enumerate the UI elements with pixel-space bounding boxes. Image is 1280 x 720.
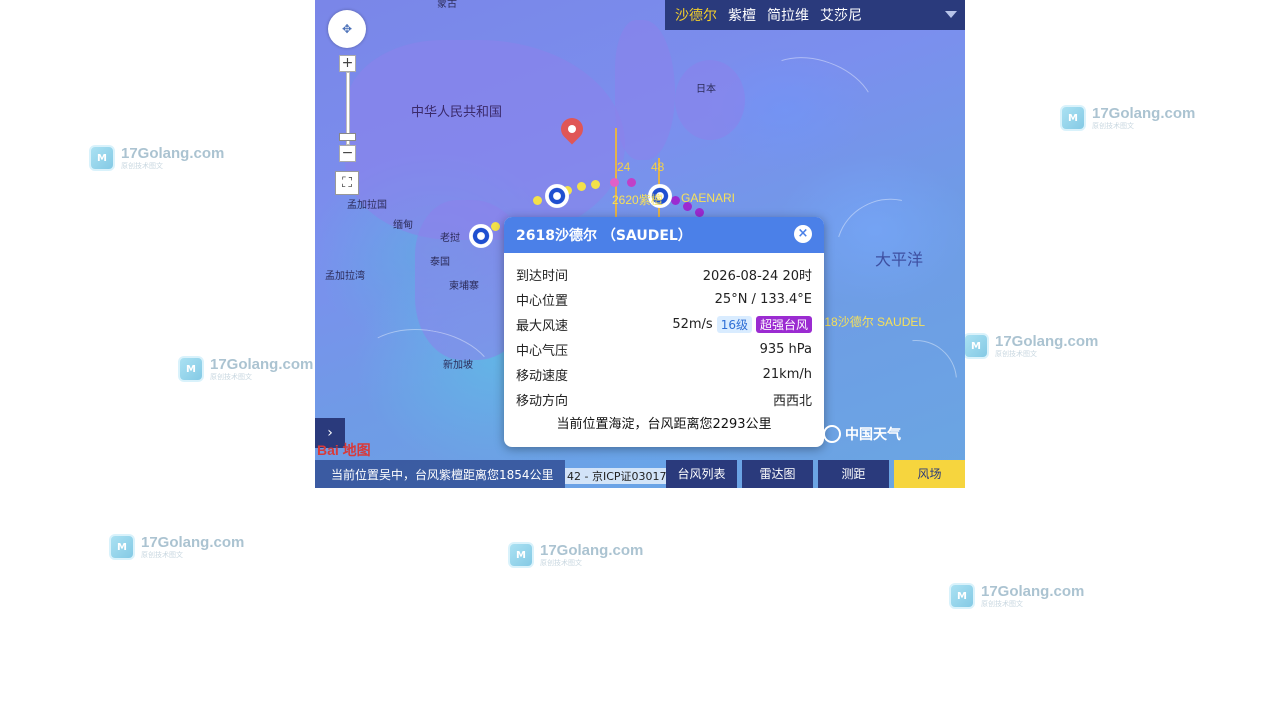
typhoon-map[interactable]: 蒙古 中华人民共和国 日本 大平洋 孟加拉国 缅甸 老挝 泰国 柬埔寨 孟加拉湾… — [315, 0, 965, 488]
watermark-logo-icon: M — [963, 333, 989, 359]
popup-row: 中心位置 25°N / 133.4°E — [516, 289, 812, 309]
typhoon-icon[interactable] — [469, 224, 493, 248]
typhoon-list-button[interactable]: 台风列表 — [666, 460, 737, 488]
tab-typhoon-3[interactable]: 简拉维 — [767, 5, 809, 25]
map-label-japan: 日本 — [696, 84, 716, 95]
wind-streak — [858, 323, 965, 439]
track-point[interactable] — [695, 208, 704, 217]
weather-logo-text: 中国天气 — [845, 427, 901, 443]
popup-row-value: 西西北 — [772, 393, 812, 409]
dropdown-arrow-icon[interactable] — [945, 11, 957, 18]
watermark-logo-icon: M — [109, 534, 135, 560]
land-mass — [675, 60, 745, 140]
land-mass — [615, 20, 675, 160]
popup-row-value: 935 hPa — [759, 341, 812, 357]
map-label-bangladesh: 孟加拉国 — [347, 200, 387, 211]
track-point[interactable] — [627, 178, 636, 187]
typhoon-name-label: 2618沙德尔 SAUDEL — [811, 315, 926, 329]
typhoon-type-badge: 超强台风 — [755, 315, 812, 333]
watermark-logo-icon: M — [949, 583, 975, 609]
baidu-map-logo: Bai 地图 — [317, 442, 371, 458]
watermark-logo-icon: M — [178, 356, 204, 382]
watermark: M 17Golang.com 原创技术图文 — [178, 356, 313, 382]
popup-row-label: 到达时间 — [516, 268, 569, 284]
popup-row: 中心气压 935 hPa — [516, 339, 812, 359]
map-label-thailand: 泰国 — [430, 257, 450, 268]
map-label-bay-of-bengal: 孟加拉湾 — [325, 271, 365, 282]
forecast-hour-label: 48 — [651, 160, 665, 174]
popup-row: 移动速度 21km/h — [516, 364, 812, 384]
wind-field-button[interactable]: 风场 — [894, 460, 965, 488]
track-point[interactable] — [610, 178, 619, 187]
popup-row-label: 移动方向 — [516, 393, 569, 409]
fullscreen-icon: ⛶ — [342, 175, 352, 191]
map-label-pacific: 大平洋 — [875, 250, 924, 269]
track-point[interactable] — [533, 196, 542, 205]
typhoon-tabs: 沙德尔 紫檀 简拉维 艾莎尼 — [665, 0, 965, 30]
map-label-myanmar: 缅甸 — [393, 220, 413, 231]
popup-row-value: 52m/s — [672, 316, 713, 332]
popup-row-value: 2026-08-24 20时 — [702, 268, 812, 284]
watermark-logo-icon: M — [1060, 105, 1086, 131]
location-status-bar: 当前位置吴中，台风紫檀距离您1854公里 — [315, 460, 565, 488]
typhoon-info-popup: 2618沙德尔 （SAUDEL） × 到达时间 2026-08-24 20时 中… — [504, 217, 824, 447]
close-icon[interactable]: × — [794, 225, 812, 243]
popup-row: 最大风速 52m/s 16级 超强台风 — [516, 314, 812, 334]
track-point[interactable] — [491, 222, 500, 231]
map-label-cambodia: 柬埔寨 — [449, 281, 479, 292]
watermark: M 17Golang.com 原创技术图文 — [508, 542, 643, 568]
map-label-singapore: 新加坡 — [443, 360, 473, 371]
zoom-slider-handle[interactable] — [339, 133, 356, 141]
popup-title: 2618沙德尔 （SAUDEL） — [504, 217, 824, 253]
track-point[interactable] — [577, 182, 586, 191]
zoom-in-button[interactable]: + — [339, 55, 356, 72]
pan-arrows-icon: ✥ — [341, 22, 353, 36]
watermark: M 17Golang.com 原创技术图文 — [1060, 105, 1195, 131]
tab-typhoon-gaenari[interactable]: 紫檀 — [728, 5, 756, 25]
pan-control[interactable]: ✥ — [328, 10, 366, 48]
popup-row-value: 21km/h — [762, 366, 812, 382]
popup-row: 移动方向 西西北 — [516, 389, 812, 409]
track-point[interactable] — [591, 180, 600, 189]
tab-typhoon-4[interactable]: 艾莎尼 — [820, 5, 862, 25]
tab-typhoon-saudel[interactable]: 沙德尔 — [675, 5, 717, 25]
map-label-top: 蒙古 — [437, 0, 457, 10]
popup-distance-text: 当前位置海淀，台风距离您2293公里 — [556, 417, 772, 432]
forecast-hour-label: 24 — [617, 160, 631, 174]
china-weather-logo: 中国天气 — [823, 424, 901, 444]
popup-row-label: 中心位置 — [516, 293, 569, 309]
popup-row: 到达时间 2026-08-24 20时 — [516, 264, 812, 284]
popup-row-label: 最大风速 — [516, 318, 569, 334]
weather-logo-icon — [823, 425, 841, 443]
popup-row-value: 25°N / 133.4°E — [714, 291, 812, 307]
map-label-china: 中华人民共和国 — [411, 105, 503, 120]
typhoon-name-label: GAENARI — [681, 191, 736, 205]
radar-button[interactable]: 雷达图 — [742, 460, 813, 488]
watermark: M 17Golang.com 原创技术图文 — [949, 583, 1084, 609]
watermark-logo-icon: M — [508, 542, 534, 568]
watermark: M 17Golang.com 原创技术图文 — [963, 333, 1098, 359]
zoom-out-button[interactable]: − — [339, 145, 356, 162]
map-label-laos: 老挝 — [440, 233, 460, 244]
watermark-logo-icon: M — [89, 145, 115, 171]
watermark: M 17Golang.com 原创技术图文 — [109, 534, 244, 560]
track-point[interactable] — [671, 196, 680, 205]
wind-speed-group: 52m/s 16级 超强台风 — [672, 315, 812, 333]
popup-row-label: 中心气压 — [516, 343, 569, 359]
watermark: M 17Golang.com 原创技术图文 — [89, 145, 224, 171]
fullscreen-button[interactable]: ⛶ — [335, 171, 359, 195]
popup-row-label: 移动速度 — [516, 368, 569, 384]
measure-distance-button[interactable]: 测距 — [818, 460, 889, 488]
wind-streak — [744, 41, 888, 161]
typhoon-icon[interactable] — [545, 184, 569, 208]
wind-level-badge: 16级 — [716, 315, 752, 333]
typhoon-name-label: 2620紫檀 — [612, 193, 663, 207]
